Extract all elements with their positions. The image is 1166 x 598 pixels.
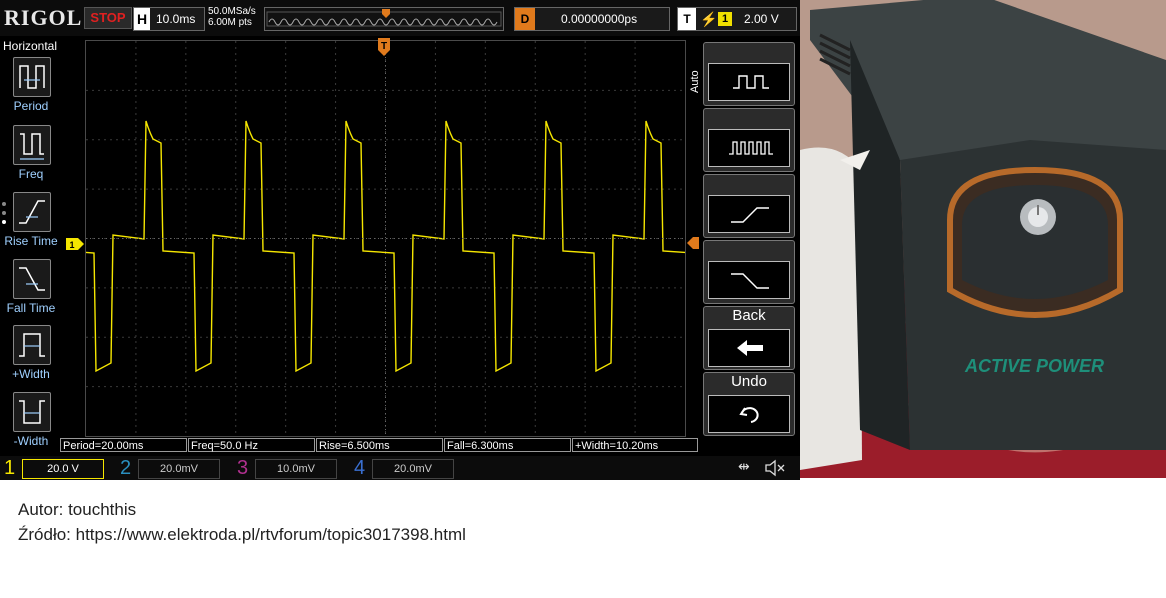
undo-label: Undo [731, 373, 767, 390]
undo-button[interactable]: Undo [703, 372, 795, 436]
period-icon [13, 57, 51, 97]
rise-time-icon [13, 192, 51, 232]
sample-rate: 50.0MSa/s [208, 6, 256, 17]
channel-1-scale: 20.0 V [22, 459, 104, 479]
waveform-display [0, 41, 745, 436]
negative-width-icon [13, 392, 51, 432]
rising-edge-trigger-icon: ⚡ [700, 11, 718, 27]
measurement-period[interactable]: Period=20.00ms [60, 438, 187, 452]
measure-frequency-label: Freq [18, 167, 44, 181]
horizontal-label: H [134, 8, 150, 30]
measure-negative-width-button[interactable]: -Width [0, 392, 62, 458]
square-wave-icon [708, 63, 790, 101]
measurement-frequency[interactable]: Freq=50.0 Hz [188, 438, 315, 452]
trigger-status[interactable]: T ⚡ 1 2.00 V [677, 7, 797, 31]
timebase-value: 10.0ms [156, 12, 196, 26]
horizontal-measure-menu: Horizontal Period Freq Rise Time Fall Ti… [0, 37, 62, 454]
channel-1-status[interactable]: 1 20.0 V [0, 456, 112, 480]
trigger-source: 1 [718, 12, 732, 26]
measure-frequency-button[interactable]: Freq [0, 125, 62, 191]
positive-width-icon [13, 325, 51, 365]
measure-positive-width-button[interactable]: +Width [0, 325, 62, 391]
measure-fall-time-button[interactable]: Fall Time [0, 259, 62, 325]
rising-edge-icon [708, 195, 790, 233]
waveform-grid[interactable] [0, 40, 745, 437]
memory-depth: 6.00M pts [208, 17, 252, 28]
measure-positive-width-label: +Width [12, 367, 50, 381]
channel-4-status[interactable]: 4 20.0mV [350, 456, 462, 480]
measurement-rise-time[interactable]: Rise=6.500ms [316, 438, 443, 452]
oscilloscope-screen: RIGOL STOP H 10.0ms 50.0MSa/s 6.00M pts … [0, 0, 800, 480]
caption-author: Autor: touchthis [18, 500, 137, 519]
square-wave-button[interactable] [703, 42, 795, 106]
falling-edge-button[interactable] [703, 240, 795, 304]
measure-rise-time-button[interactable]: Rise Time [0, 192, 62, 258]
back-label: Back [732, 307, 766, 324]
back-button[interactable]: Back [703, 306, 795, 370]
trigger-type-menu: Back Undo [703, 40, 795, 455]
measure-rise-time-label: Rise Time [4, 234, 58, 248]
svg-text:1: 1 [69, 240, 74, 250]
delay-value: 0.00000000ps [561, 12, 638, 26]
falling-edge-icon [708, 261, 790, 299]
channel-2-scale: 20.0mV [138, 459, 220, 479]
ups-photo: ACTIVE POWER [800, 0, 1166, 478]
ups-brand-logo-text: ACTIVE POWER [964, 356, 1104, 376]
measurement-fall-time[interactable]: Fall=6.300ms [444, 438, 571, 452]
memory-overview-waveform [266, 9, 502, 27]
undo-icon [708, 395, 790, 433]
trigger-position-marker[interactable]: T [378, 38, 390, 56]
memory-overview-strip[interactable] [264, 7, 504, 31]
delay-label: D [515, 8, 535, 30]
trigger-level: 2.00 V [744, 12, 779, 26]
auto-label: Auto [689, 70, 701, 93]
channel-3-scale: 10.0mV [255, 459, 337, 479]
rising-edge-button[interactable] [703, 174, 795, 238]
brand-logo: RIGOL [4, 5, 83, 30]
channel-4-number: 4 [354, 457, 366, 479]
fall-time-icon [13, 259, 51, 299]
channel-status-bar: 1 20.0 V 2 20.0mV 3 10.0mV 4 20.0mV ⇹ [0, 456, 800, 480]
svg-text:T: T [381, 41, 387, 52]
frequency-icon [13, 125, 51, 165]
channel-3-number: 3 [237, 457, 249, 479]
back-arrow-icon [708, 329, 790, 367]
pulse-train-button[interactable] [703, 108, 795, 172]
run-stop-status[interactable]: STOP [84, 7, 132, 29]
acquisition-info: 50.0MSa/s 6.00M pts [208, 6, 256, 28]
channel-2-number: 2 [120, 457, 132, 479]
measure-fall-time-label: Fall Time [6, 301, 56, 315]
measure-period-button[interactable]: Period [0, 57, 62, 123]
trigger-level-marker[interactable] [687, 236, 699, 249]
menu-title: Horizontal [3, 39, 58, 53]
measure-period-label: Period [13, 99, 49, 113]
usb-icon: ⇹ [738, 458, 750, 474]
horizontal-delay[interactable]: D 0.00000000ps [514, 7, 670, 31]
top-status-bar: RIGOL STOP H 10.0ms 50.0MSa/s 6.00M pts … [0, 0, 800, 36]
grid-lines [86, 41, 685, 436]
caption-source: Źródło: https://www.elektroda.pl/rtvforu… [18, 525, 466, 544]
channel-2-status[interactable]: 2 20.0mV [116, 456, 228, 480]
speaker-mute-icon[interactable] [764, 459, 786, 480]
ups-device-photo: ACTIVE POWER [800, 0, 1166, 478]
trigger-label: T [678, 8, 696, 30]
measure-negative-width-label: -Width [13, 434, 49, 448]
channel-1-ground-marker[interactable]: 1 [66, 237, 84, 250]
measurement-positive-width[interactable]: +Width=10.20ms [572, 438, 698, 452]
horizontal-timebase[interactable]: H 10.0ms [133, 7, 205, 31]
page-dots-icon [2, 202, 7, 230]
channel-1-number: 1 [4, 457, 16, 479]
channel-4-scale: 20.0mV [372, 459, 454, 479]
pulse-train-icon [708, 129, 790, 167]
channel-3-status[interactable]: 3 10.0mV [233, 456, 345, 480]
